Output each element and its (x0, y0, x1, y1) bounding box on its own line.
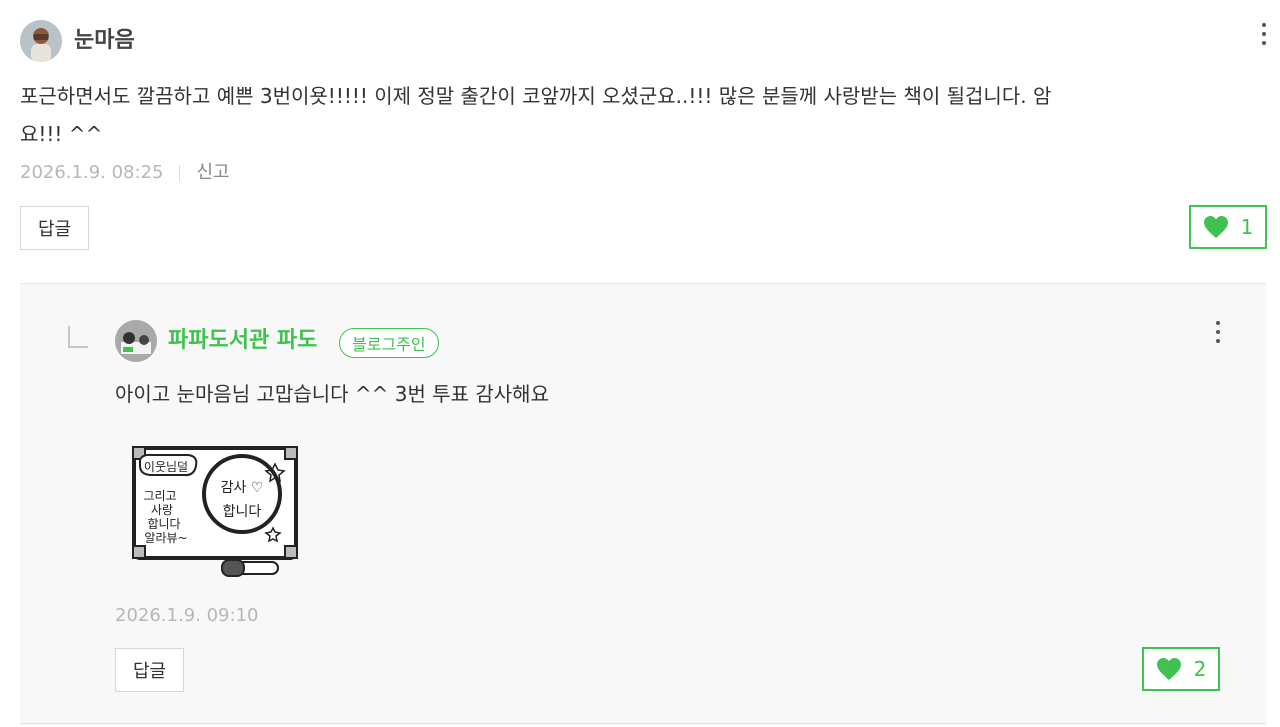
commenter-name[interactable]: 눈마음 (74, 27, 135, 55)
reply-author-name[interactable]: 파파도서관 파도 (168, 327, 317, 355)
comment-text-line-1: 포근하면서도 깔끔하고 예쁜 3번이욧!!!!! 이제 정말 출간이 코앞까지 … (20, 84, 1052, 108)
sticker-left-text-1: 그리고 (143, 489, 176, 503)
thank-you-sticker: 이웃님덜 그리고 사랑 합니다 알라뷰~ 감사 ♡ 합니다 (130, 442, 302, 582)
reply-corner-icon (68, 326, 88, 348)
comment-like-button[interactable]: 1 (1189, 205, 1267, 249)
meta-divider (179, 165, 181, 181)
comment-text: 포근하면서도 깔끔하고 예쁜 3번이욧!!!!! 이제 정말 출간이 코앞까지 … (20, 77, 1260, 153)
comment-like-count: 1 (1240, 215, 1254, 239)
sticker-circle-text-0: 감사 ♡ (221, 480, 264, 496)
reply-timestamp: 2026.1.9. 09:10 (115, 605, 259, 626)
blog-owner-badge: 블로그주인 (339, 328, 439, 358)
sticker-left-text-0: 이웃님덜 (144, 460, 188, 474)
sticker-circle-text-1: 합니다 (223, 504, 262, 520)
heart-icon (1203, 215, 1229, 239)
reply-author-avatar[interactable] (115, 320, 157, 362)
reply-text: 아이고 눈마음님 고맙습니다 ^^ 3번 투표 감사해요 (115, 382, 549, 406)
reply-more-icon[interactable] (1210, 321, 1226, 343)
comment-meta: 2026.1.9. 08:25 신고 (20, 161, 230, 185)
comment-text-line-2: 요!!! ^^ (20, 122, 103, 146)
reply-like-button[interactable]: 2 (1142, 647, 1220, 691)
comment-divider (20, 723, 1266, 724)
reply-like-count: 2 (1193, 657, 1207, 681)
report-link[interactable]: 신고 (196, 161, 229, 185)
comment-timestamp: 2026.1.9. 08:25 (20, 162, 164, 183)
comment-reply-button[interactable]: 답글 (20, 206, 89, 250)
sticker-left-text-3: 합니다 (147, 517, 180, 531)
comment-more-icon[interactable] (1256, 23, 1272, 45)
reply-meta: 2026.1.9. 09:10 (115, 604, 258, 628)
heart-icon (1156, 657, 1182, 681)
reply-reply-button[interactable]: 답글 (115, 648, 184, 692)
sticker-left-text-4: 알라뷰~ (144, 531, 187, 545)
sticker-left-text-2: 사랑 (151, 503, 173, 517)
commenter-avatar[interactable] (20, 20, 62, 62)
